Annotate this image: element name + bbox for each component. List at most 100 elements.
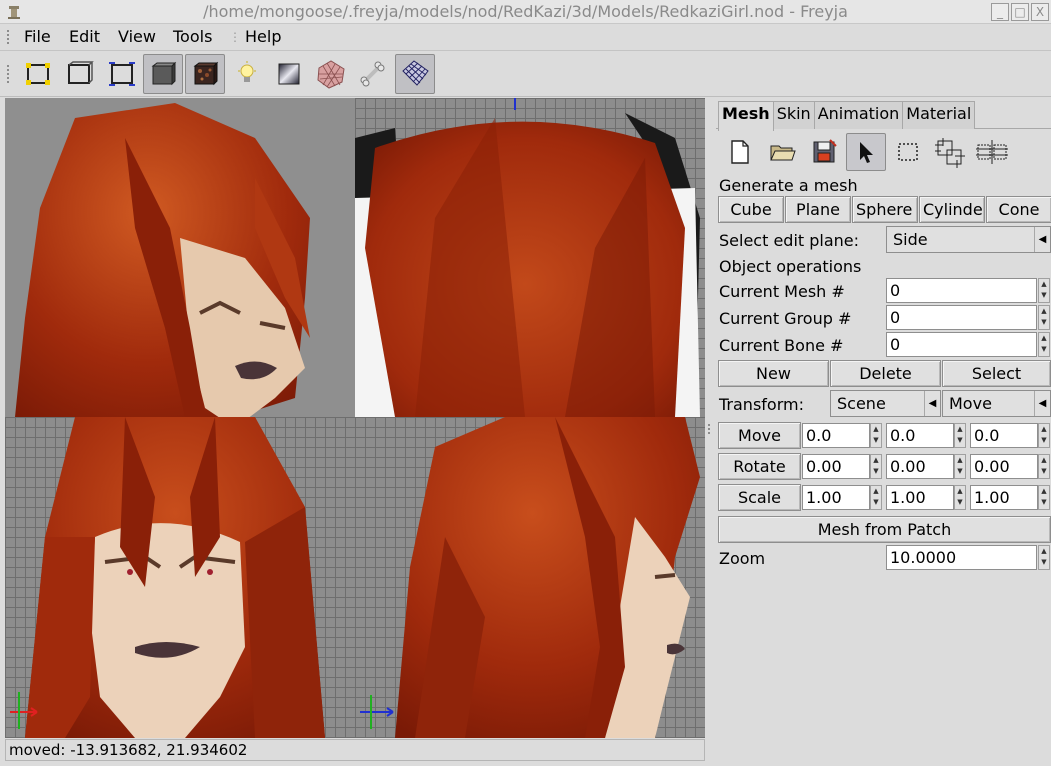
select-rect-button[interactable] <box>888 133 928 171</box>
move-x-stepper[interactable]: ▲ ▼ <box>870 423 882 448</box>
new-file-button[interactable] <box>720 133 760 171</box>
move-y-stepper[interactable]: ▲ ▼ <box>954 423 966 448</box>
rotate-x-stepper[interactable]: ▲ ▼ <box>870 454 882 479</box>
rotate-button[interactable]: Rotate <box>718 453 801 480</box>
move-x-input[interactable]: 0.0 <box>802 423 870 448</box>
maximize-button[interactable]: □ <box>1011 3 1029 21</box>
scale-x-input[interactable]: 1.00 <box>802 485 870 510</box>
zoom-input[interactable]: 10.0000 <box>886 545 1037 570</box>
scale-y-stepper[interactable]: ▲ ▼ <box>954 485 966 510</box>
current-bone-label: Current Bone # <box>719 336 844 355</box>
current-mesh-stepper[interactable]: ▲ ▼ <box>1038 278 1050 303</box>
generate-cone-button[interactable]: Cone <box>986 196 1051 223</box>
move-y-input[interactable]: 0.0 <box>886 423 954 448</box>
dropdown-arrow-icon: ◀ <box>1034 227 1050 252</box>
transform-action-select[interactable]: Move ◀ <box>942 390 1051 417</box>
save-icon <box>813 139 837 163</box>
textured-box-icon <box>193 61 219 86</box>
transform-label: Transform: <box>719 395 804 414</box>
model-render-perspective <box>5 98 355 417</box>
new-mesh-button[interactable]: New <box>718 360 829 387</box>
scale-y-input[interactable]: 1.00 <box>886 485 954 510</box>
menu-file[interactable]: File <box>24 27 51 46</box>
viewport-top[interactable] <box>355 98 705 417</box>
close-button[interactable]: X <box>1031 3 1049 21</box>
rotate-z-stepper[interactable]: ▲ ▼ <box>1038 454 1050 479</box>
vertex-group-icon <box>935 138 965 168</box>
rotate-z-input[interactable]: 0.00 <box>970 454 1038 479</box>
viewport-front[interactable] <box>5 417 355 738</box>
generate-cylinder-button[interactable]: Cylinder <box>919 196 985 223</box>
material-button[interactable] <box>269 54 309 94</box>
light-button[interactable] <box>227 54 267 94</box>
tab-skin[interactable]: Skin <box>772 101 815 129</box>
material-gradient-icon <box>278 63 300 85</box>
open-file-button[interactable] <box>762 133 802 171</box>
generate-mesh-label: Generate a mesh <box>719 176 858 195</box>
mesh-from-patch-button[interactable]: Mesh from Patch <box>718 516 1051 543</box>
scale-z-input[interactable]: 1.00 <box>970 485 1038 510</box>
solid-box-button[interactable] <box>143 54 183 94</box>
pane-splitter[interactable] <box>705 98 715 760</box>
save-file-button[interactable] <box>804 133 844 171</box>
pointer-icon <box>860 142 873 163</box>
current-mesh-input[interactable]: 0 <box>886 278 1037 303</box>
minimize-button[interactable]: _ <box>991 3 1009 21</box>
menu-help[interactable]: Help <box>245 27 281 46</box>
scale-z-stepper[interactable]: ▲ ▼ <box>1038 485 1050 510</box>
vertex-group-button[interactable] <box>930 133 970 171</box>
delete-mesh-button[interactable]: Delete <box>830 360 941 387</box>
tab-mesh[interactable]: Mesh <box>718 101 774 131</box>
current-bone-input[interactable]: 0 <box>886 332 1037 357</box>
toolbar-grip[interactable] <box>7 65 11 83</box>
viewport-perspective[interactable] <box>5 98 355 417</box>
zoom-stepper[interactable]: ▲ ▼ <box>1038 545 1050 570</box>
move-z-stepper[interactable]: ▲ ▼ <box>1038 423 1050 448</box>
window-title: /home/mongoose/.freyja/models/nod/RedKaz… <box>203 2 848 21</box>
viewport-area[interactable] <box>5 98 705 738</box>
texture-mesh-button[interactable] <box>311 54 351 94</box>
tab-animation[interactable]: Animation <box>813 101 904 129</box>
transform-space-select[interactable]: Scene ◀ <box>830 390 941 417</box>
scale-x-stepper[interactable]: ▲ ▼ <box>870 485 882 510</box>
menu-bar: File Edit View Tools ⋮ Help <box>0 24 1051 51</box>
generate-cube-button[interactable]: Cube <box>718 196 784 223</box>
panel-tabs: Mesh Skin Animation Material <box>718 101 976 131</box>
select-vertex-frame-button[interactable] <box>18 54 58 94</box>
rotate-y-input[interactable]: 0.00 <box>886 454 954 479</box>
bone-button[interactable] <box>352 54 392 94</box>
current-mesh-label: Current Mesh # <box>719 282 845 301</box>
menu-edit[interactable]: Edit <box>69 27 100 46</box>
menu-view[interactable]: View <box>118 27 156 46</box>
transform-space-value: Scene <box>837 394 886 413</box>
splitter-grip <box>708 424 712 434</box>
toolbar <box>0 51 1051 97</box>
current-bone-stepper[interactable]: ▲ ▼ <box>1038 332 1050 357</box>
move-z-input[interactable]: 0.0 <box>970 423 1038 448</box>
model-render-front <box>10 417 325 738</box>
edit-plane-select[interactable]: Side ◀ <box>886 226 1051 253</box>
rotate-x-input[interactable]: 0.00 <box>802 454 870 479</box>
vertex-split-button[interactable] <box>972 133 1012 171</box>
select-rect-icon <box>898 143 918 161</box>
current-group-stepper[interactable]: ▲ ▼ <box>1038 305 1050 330</box>
generate-plane-button[interactable]: Plane <box>785 196 851 223</box>
current-group-input[interactable]: 0 <box>886 305 1037 330</box>
pointer-tool-button[interactable] <box>846 133 886 171</box>
textured-box-button[interactable] <box>185 54 225 94</box>
wireframe-frame-button[interactable] <box>60 54 100 94</box>
move-button[interactable]: Move <box>718 422 801 449</box>
menu-grip[interactable] <box>7 30 11 44</box>
scale-button[interactable]: Scale <box>718 484 801 511</box>
rotate-y-stepper[interactable]: ▲ ▼ <box>954 454 966 479</box>
dropdown-arrow-icon: ◀ <box>1034 391 1050 416</box>
select-mesh-button[interactable]: Select <box>942 360 1051 387</box>
bounding-box-button[interactable] <box>102 54 142 94</box>
grid-button[interactable] <box>395 54 435 94</box>
menu-tools[interactable]: Tools <box>173 27 212 46</box>
generate-sphere-button[interactable]: Sphere <box>852 196 918 223</box>
dropdown-arrow-icon: ◀ <box>924 391 940 416</box>
viewport-side[interactable] <box>355 417 705 738</box>
tab-material[interactable]: Material <box>902 101 976 129</box>
menu-separator: ⋮ <box>229 30 241 44</box>
